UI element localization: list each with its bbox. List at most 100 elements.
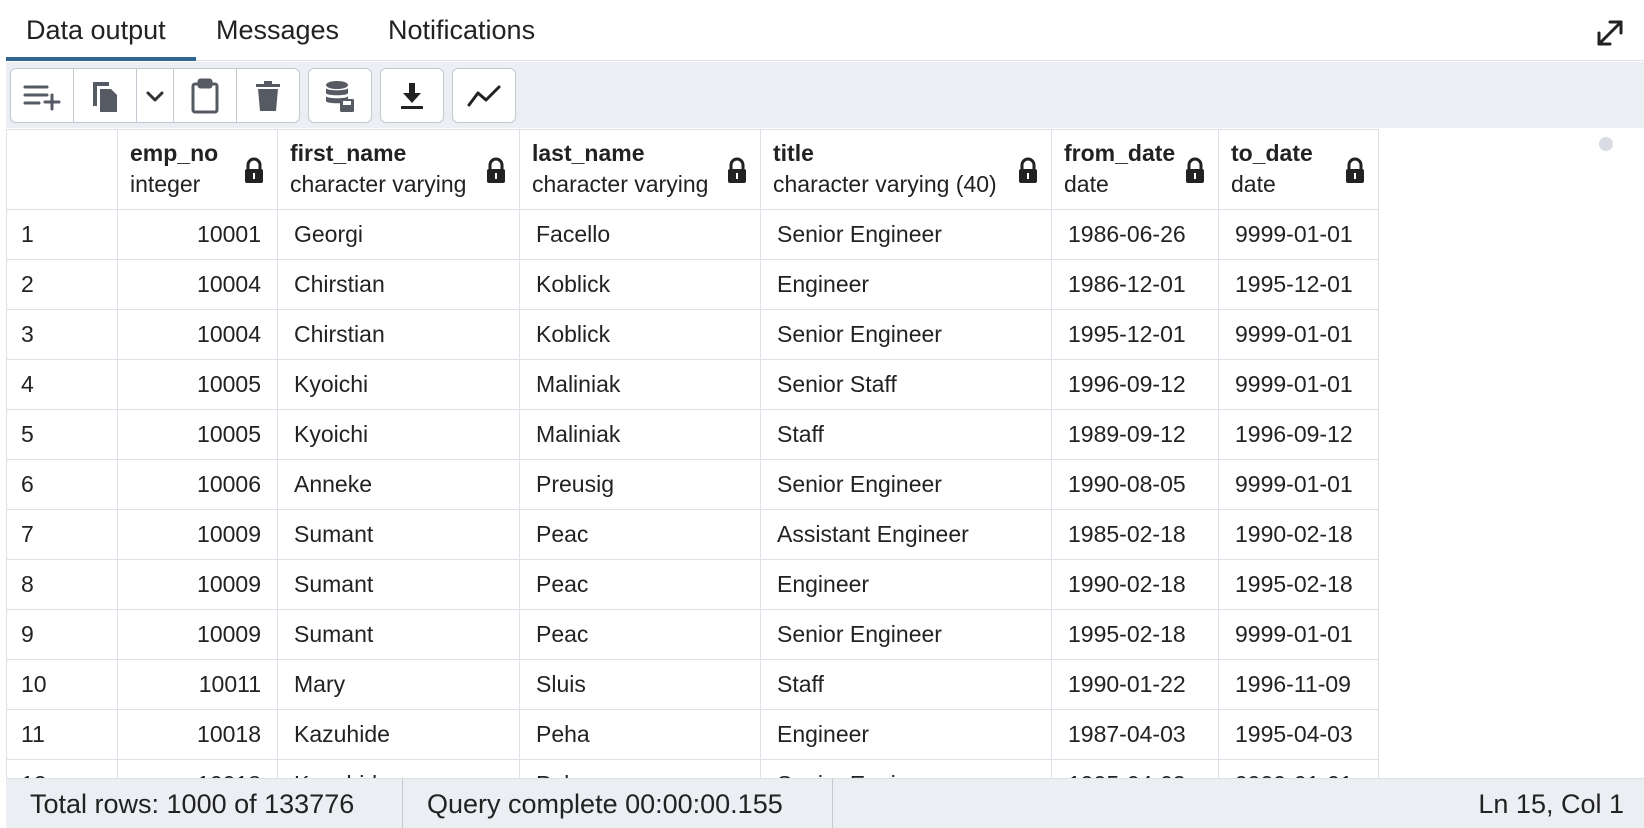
tab-messages[interactable]: Messages xyxy=(196,3,346,61)
row-number[interactable]: 3 xyxy=(6,309,118,360)
table-row[interactable]: 10 10011 Mary Sluis Staff 1990-01-22 199… xyxy=(6,659,1379,710)
cell-from-date[interactable]: 1987-04-03 xyxy=(1051,709,1219,760)
paste-button[interactable] xyxy=(174,69,237,122)
cell-to-date[interactable]: 1995-04-03 xyxy=(1218,709,1379,760)
save-data-button[interactable] xyxy=(309,69,371,122)
row-number[interactable]: 5 xyxy=(6,409,118,460)
table-row[interactable]: 2 10004 Chirstian Koblick Engineer 1986-… xyxy=(6,259,1379,310)
cell-last-name[interactable]: Peha xyxy=(519,709,761,760)
row-number[interactable]: 9 xyxy=(6,609,118,660)
cell-to-date[interactable]: 9999-01-01 xyxy=(1218,359,1379,410)
cell-title[interactable]: Engineer xyxy=(760,559,1052,610)
cell-last-name[interactable]: Koblick xyxy=(519,309,761,360)
cell-title[interactable]: Senior Engineer xyxy=(760,309,1052,360)
row-number[interactable]: 11 xyxy=(6,709,118,760)
cell-title[interactable]: Engineer xyxy=(760,709,1052,760)
row-number[interactable]: 1 xyxy=(6,209,118,260)
cell-to-date[interactable]: 1990-02-18 xyxy=(1218,509,1379,560)
table-row[interactable]: 6 10006 Anneke Preusig Senior Engineer 1… xyxy=(6,459,1379,510)
row-number[interactable]: 10 xyxy=(6,659,118,710)
cell-last-name[interactable]: Koblick xyxy=(519,259,761,310)
row-number[interactable]: 6 xyxy=(6,459,118,510)
delete-button[interactable] xyxy=(237,69,299,122)
row-number[interactable]: 2 xyxy=(6,259,118,310)
cell-last-name[interactable]: Peha xyxy=(519,759,761,778)
cell-first-name[interactable]: Kazuhide xyxy=(277,759,520,778)
cell-from-date[interactable]: 1990-08-05 xyxy=(1051,459,1219,510)
table-row[interactable]: 12 10018 Kazuhide Peha Senior Engineer 1… xyxy=(6,759,1379,778)
cell-emp-no[interactable]: 10009 xyxy=(117,559,278,610)
cell-to-date[interactable]: 1995-12-01 xyxy=(1218,259,1379,310)
tab-notifications[interactable]: Notifications xyxy=(368,3,556,61)
cell-from-date[interactable]: 1990-01-22 xyxy=(1051,659,1219,710)
cell-first-name[interactable]: Sumant xyxy=(277,509,520,560)
cell-to-date[interactable]: 1996-11-09 xyxy=(1218,659,1379,710)
table-row[interactable]: 9 10009 Sumant Peac Senior Engineer 1995… xyxy=(6,609,1379,660)
tab-data-output[interactable]: Data output xyxy=(6,3,196,61)
cell-title[interactable]: Senior Staff xyxy=(760,359,1052,410)
column-header-first-name[interactable]: first_name character varying xyxy=(277,129,520,210)
cell-emp-no[interactable]: 10018 xyxy=(117,759,278,778)
cell-emp-no[interactable]: 10018 xyxy=(117,709,278,760)
cell-emp-no[interactable]: 10001 xyxy=(117,209,278,260)
column-header-from-date[interactable]: from_date date xyxy=(1051,129,1219,210)
cell-from-date[interactable]: 1996-09-12 xyxy=(1051,359,1219,410)
cell-from-date[interactable]: 1995-04-03 xyxy=(1051,759,1219,778)
cell-first-name[interactable]: Chirstian xyxy=(277,259,520,310)
cell-to-date[interactable]: 9999-01-01 xyxy=(1218,609,1379,660)
cell-first-name[interactable]: Kyoichi xyxy=(277,409,520,460)
add-row-button[interactable] xyxy=(11,69,74,122)
cell-title[interactable]: Staff xyxy=(760,409,1052,460)
row-number[interactable]: 4 xyxy=(6,359,118,410)
cell-from-date[interactable]: 1986-12-01 xyxy=(1051,259,1219,310)
cell-to-date[interactable]: 1995-02-18 xyxy=(1218,559,1379,610)
cell-to-date[interactable]: 9999-01-01 xyxy=(1218,309,1379,360)
table-row[interactable]: 7 10009 Sumant Peac Assistant Engineer 1… xyxy=(6,509,1379,560)
cell-from-date[interactable]: 1985-02-18 xyxy=(1051,509,1219,560)
cell-title[interactable]: Senior Engineer xyxy=(760,759,1052,778)
cell-last-name[interactable]: Maliniak xyxy=(519,409,761,460)
cell-from-date[interactable]: 1989-09-12 xyxy=(1051,409,1219,460)
cell-last-name[interactable]: Sluis xyxy=(519,659,761,710)
cell-last-name[interactable]: Peac xyxy=(519,509,761,560)
cell-first-name[interactable]: Anneke xyxy=(277,459,520,510)
cell-emp-no[interactable]: 10005 xyxy=(117,359,278,410)
graph-visualiser-button[interactable] xyxy=(453,69,515,122)
cell-first-name[interactable]: Kyoichi xyxy=(277,359,520,410)
cell-from-date[interactable]: 1995-02-18 xyxy=(1051,609,1219,660)
table-row[interactable]: 3 10004 Chirstian Koblick Senior Enginee… xyxy=(6,309,1379,360)
table-row[interactable]: 11 10018 Kazuhide Peha Engineer 1987-04-… xyxy=(6,709,1379,760)
cell-emp-no[interactable]: 10004 xyxy=(117,259,278,310)
cell-emp-no[interactable]: 10011 xyxy=(117,659,278,710)
cell-title[interactable]: Senior Engineer xyxy=(760,609,1052,660)
expand-icon[interactable] xyxy=(1594,17,1626,49)
table-row[interactable]: 4 10005 Kyoichi Maliniak Senior Staff 19… xyxy=(6,359,1379,410)
cell-from-date[interactable]: 1995-12-01 xyxy=(1051,309,1219,360)
row-number[interactable]: 7 xyxy=(6,509,118,560)
cell-first-name[interactable]: Kazuhide xyxy=(277,709,520,760)
cell-title[interactable]: Senior Engineer xyxy=(760,459,1052,510)
column-header-title[interactable]: title character varying (40) xyxy=(760,129,1052,210)
row-number[interactable]: 12 xyxy=(6,759,118,778)
cell-last-name[interactable]: Peac xyxy=(519,559,761,610)
cell-title[interactable]: Staff xyxy=(760,659,1052,710)
cell-to-date[interactable]: 1996-09-12 xyxy=(1218,409,1379,460)
cell-first-name[interactable]: Chirstian xyxy=(277,309,520,360)
cell-title[interactable]: Engineer xyxy=(760,259,1052,310)
copy-button[interactable] xyxy=(74,69,137,122)
cell-first-name[interactable]: Georgi xyxy=(277,209,520,260)
cell-first-name[interactable]: Sumant xyxy=(277,609,520,660)
cell-emp-no[interactable]: 10009 xyxy=(117,609,278,660)
row-number[interactable]: 8 xyxy=(6,559,118,610)
cell-emp-no[interactable]: 10004 xyxy=(117,309,278,360)
cell-last-name[interactable]: Preusig xyxy=(519,459,761,510)
cell-last-name[interactable]: Facello xyxy=(519,209,761,260)
cell-to-date[interactable]: 9999-01-01 xyxy=(1218,459,1379,510)
table-row[interactable]: 1 10001 Georgi Facello Senior Engineer 1… xyxy=(6,209,1379,260)
cell-to-date[interactable]: 9999-01-01 xyxy=(1218,759,1379,778)
cell-emp-no[interactable]: 10006 xyxy=(117,459,278,510)
cell-from-date[interactable]: 1986-06-26 xyxy=(1051,209,1219,260)
cell-emp-no[interactable]: 10009 xyxy=(117,509,278,560)
cell-first-name[interactable]: Mary xyxy=(277,659,520,710)
cell-from-date[interactable]: 1990-02-18 xyxy=(1051,559,1219,610)
